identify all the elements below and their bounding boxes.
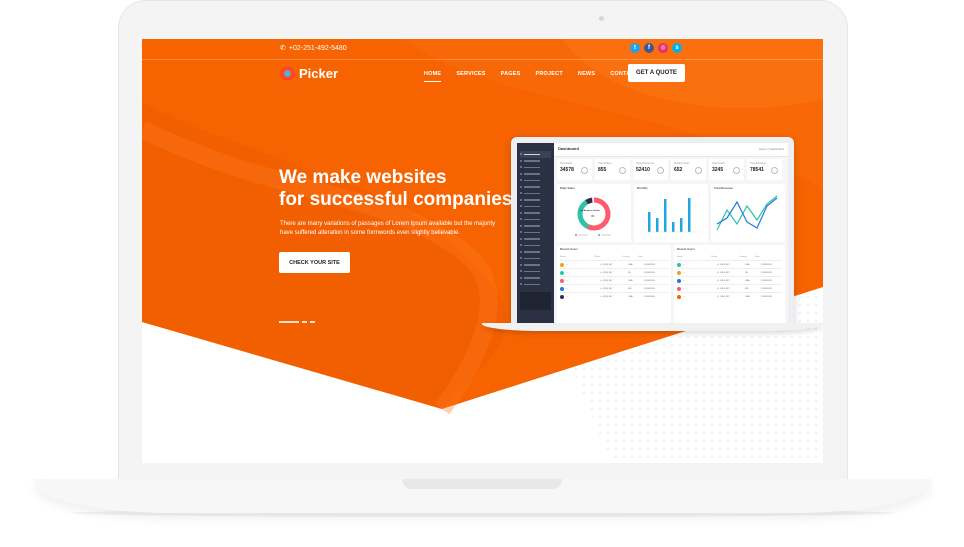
- nav-home[interactable]: HOME: [424, 71, 442, 82]
- facebook-icon[interactable]: f: [644, 43, 654, 53]
- logo-icon: [280, 66, 295, 81]
- social-links: t f ◎ s: [630, 43, 682, 53]
- slider-dot[interactable]: [302, 321, 307, 323]
- hero-title-line1: We make websites: [279, 167, 447, 188]
- monthly-bar-chart: [644, 198, 700, 233]
- revenue-line-chart: [716, 195, 778, 231]
- stat-card: Total Leads 3245: [709, 159, 744, 180]
- dashboard-mockup: Dashboard Home / Dashboard Total Sales 34…: [511, 137, 794, 324]
- webcam-dot: [599, 16, 604, 21]
- phone-contact[interactable]: ✆ +02-251-492-5480: [280, 44, 347, 53]
- revenue-panel: Total Revenue: [711, 184, 785, 242]
- hero-title: We make websites for successful companie…: [279, 167, 512, 211]
- dashboard-breadcrumb: Home / Dashboard: [758, 147, 784, 151]
- nav-services[interactable]: SERVICES: [456, 71, 485, 77]
- twitter-icon[interactable]: t: [630, 43, 640, 53]
- dashboard-sidebar: [517, 143, 554, 324]
- dashboard-header: Dashboard Home / Dashboard: [554, 143, 788, 157]
- hero-subtitle: There are many variations of passages of…: [280, 221, 496, 236]
- stat-card: Total Orders 855: [595, 159, 630, 180]
- nav-project[interactable]: PROJECT: [536, 71, 563, 77]
- laptop-notch: [402, 479, 562, 489]
- slider-dot-active[interactable]: [279, 321, 299, 323]
- stat-icon: [619, 167, 626, 174]
- nav-news[interactable]: NEWS: [578, 71, 595, 77]
- donut-chart: [575, 197, 611, 236]
- main-navbar: Picker HOME SERVICES PAGES PROJECT NEWS …: [142, 63, 823, 89]
- dashboard-screen: Dashboard Home / Dashboard Total Sales 34…: [517, 143, 788, 324]
- website-screen: ✆ +02-251-492-5480 t f ◎ s Picker HOME S…: [142, 39, 823, 463]
- stat-cards: Total Sales 34578 Total Orders 855 Total C…: [557, 159, 782, 180]
- donut-label: On-Browser Visitor: [580, 210, 600, 212]
- stat-card: Total Sales 34578: [557, 159, 592, 180]
- stat-icon: [581, 167, 588, 174]
- stat-card: Total Earnings 78541: [747, 159, 782, 180]
- phone-icon: ✆: [280, 45, 286, 52]
- dashboard-mockup-base: [482, 323, 823, 331]
- top-info-bar: ✆ +02-251-492-5480 t f ◎ s: [142, 39, 823, 60]
- phone-number: +02-251-492-5480: [288, 44, 347, 52]
- stat-icon: [771, 167, 778, 174]
- nav-pages[interactable]: PAGES: [501, 71, 521, 77]
- site-logo[interactable]: Picker: [280, 66, 338, 81]
- get-quote-button[interactable]: GET A QUOTE: [628, 64, 685, 82]
- stat-icon: [733, 167, 740, 174]
- nav-menu: HOME SERVICES PAGES PROJECT NEWS CONTACT: [424, 71, 653, 82]
- logo-text: Picker: [299, 66, 339, 81]
- slider-pagination: [279, 321, 315, 323]
- check-your-site-button[interactable]: CHECK YOUR SITE: [279, 252, 350, 273]
- hero-title-line2: for successful companies: [279, 189, 513, 210]
- slider-dot[interactable]: [310, 321, 315, 323]
- stat-card: Total Customers 52410: [633, 159, 668, 180]
- skype-icon[interactable]: s: [672, 43, 682, 53]
- monthly-panel: Monthly: [634, 184, 708, 242]
- dashboard-title: Dashboard: [558, 146, 579, 151]
- recent-users-table-2: Recent Users Name Phone Country Date — +1 (2…: [674, 245, 785, 324]
- stat-card: Monthly Visits 652: [671, 159, 706, 180]
- daily-sales-panel: Daily Sales On-Browser Visitor 36: [557, 184, 631, 242]
- instagram-icon[interactable]: ◎: [658, 43, 668, 53]
- stat-icon: [695, 167, 702, 174]
- recent-users-table-1: Recent Users Name Phone Country Date — +1 (2…: [557, 245, 671, 324]
- donut-value: 36: [591, 214, 595, 218]
- stat-icon: [657, 167, 664, 174]
